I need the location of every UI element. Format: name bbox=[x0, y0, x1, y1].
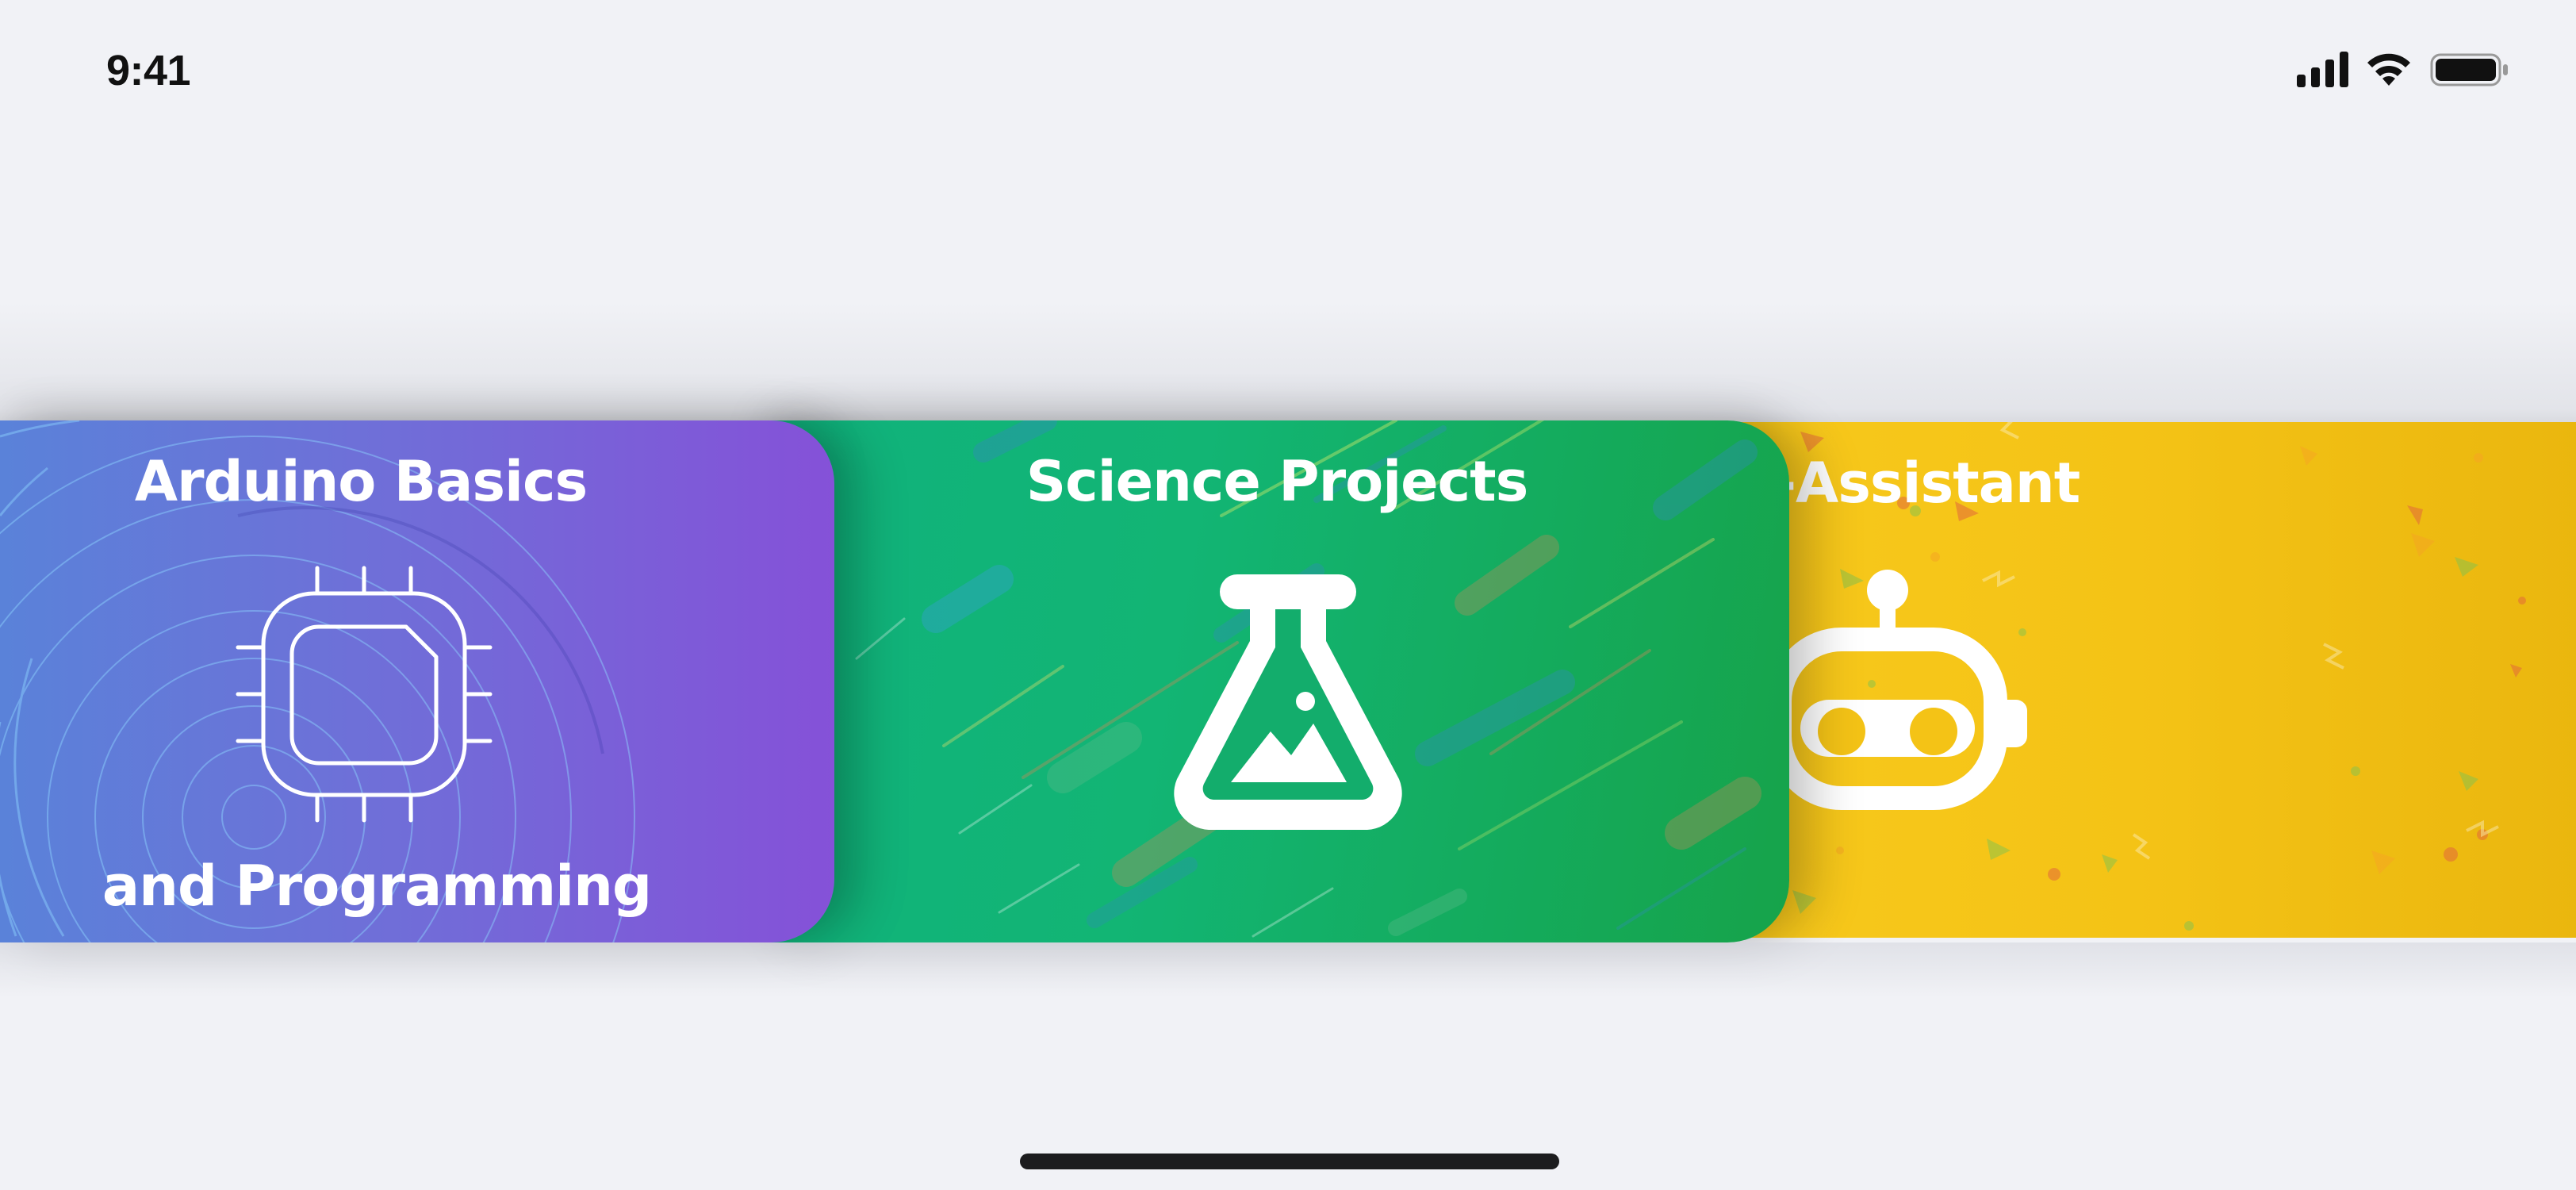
cellular-signal-icon bbox=[2297, 52, 2348, 87]
card-title: Science Projects bbox=[1025, 449, 1529, 514]
course-carousel[interactable]: AI-Assistant Science Projects Arduino Ba… bbox=[0, 420, 2576, 944]
home-indicator[interactable] bbox=[1020, 1154, 1559, 1169]
card-title-line1: Arduino Basics bbox=[134, 449, 588, 514]
course-card-science-projects[interactable]: Science Projects bbox=[761, 420, 1789, 942]
app-screen: 9:41 AI-Assistant Science Projects Ardui… bbox=[0, 0, 2576, 1190]
course-card-arduino-basics[interactable]: Arduino Basics and Programming bbox=[0, 420, 834, 942]
carousel-top-shadow bbox=[0, 301, 2576, 428]
microchip-icon bbox=[236, 566, 493, 823]
status-icons bbox=[2297, 51, 2511, 92]
wifi-icon bbox=[2367, 53, 2410, 86]
course-card-ai-assistant[interactable]: AI-Assistant bbox=[1673, 422, 2576, 938]
battery-icon bbox=[2430, 53, 2508, 86]
flask-icon bbox=[1174, 574, 1402, 830]
card-title-line2: and Programming bbox=[102, 854, 652, 919]
status-time: 9:41 bbox=[106, 47, 191, 94]
carousel-bottom-shadow bbox=[0, 942, 2576, 998]
